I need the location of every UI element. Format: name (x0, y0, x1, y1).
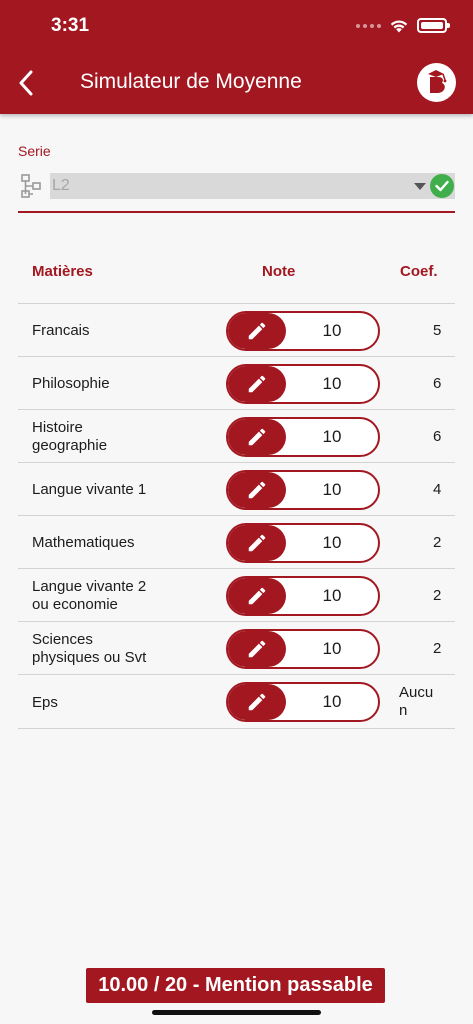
note-input[interactable]: 10 (226, 311, 380, 351)
app-logo[interactable] (417, 63, 456, 102)
serie-select[interactable]: L2 (50, 173, 455, 199)
column-header-coef: Coef. (400, 263, 438, 280)
coef-value: 2 (433, 640, 442, 657)
pencil-icon (248, 693, 266, 711)
pencil-icon (248, 322, 266, 340)
subject-name: Histoire geographie (32, 419, 108, 454)
cellular-signal-icon (356, 23, 381, 28)
back-button[interactable] (12, 66, 40, 100)
note-value: 10 (322, 639, 342, 658)
serie-label: Serie (18, 143, 51, 159)
edit-button[interactable] (228, 472, 286, 508)
edit-button[interactable] (228, 366, 286, 402)
status-time: 3:31 (51, 15, 90, 36)
hierarchy-icon (21, 174, 41, 198)
pencil-icon (248, 587, 266, 605)
edit-button[interactable] (228, 419, 286, 455)
subject-name: Eps (32, 694, 58, 711)
pencil-icon (248, 428, 266, 446)
note-value: 10 (322, 533, 342, 552)
serie-value: L2 (52, 177, 70, 194)
table-row: Langue vivante 2 ou economie 10 2 (18, 569, 455, 622)
edit-button[interactable] (228, 684, 286, 720)
coef-value: Aucun (399, 684, 434, 719)
table-row: Langue vivante 1 10 4 (18, 463, 455, 516)
note-input[interactable]: 10 (226, 523, 380, 563)
note-input[interactable]: 10 (226, 629, 380, 669)
page-title: Simulateur de Moyenne (80, 70, 302, 93)
note-value: 10 (322, 427, 342, 446)
column-header-note: Note (262, 263, 296, 280)
edit-button[interactable] (228, 578, 286, 614)
edit-button[interactable] (228, 313, 286, 349)
pencil-icon (248, 375, 266, 393)
pencil-icon (248, 534, 266, 552)
pencil-icon (248, 640, 266, 658)
note-input[interactable]: 10 (226, 576, 380, 616)
note-input[interactable]: 10 (226, 364, 380, 404)
status-icons (356, 18, 450, 33)
coef-value: 2 (433, 587, 442, 604)
edit-button[interactable] (228, 525, 286, 561)
table-row: Philosophie 10 6 (18, 357, 455, 410)
chevron-left-icon (19, 70, 33, 96)
note-value: 10 (322, 374, 342, 393)
subject-name: Sciences physiques ou Svt (32, 631, 147, 666)
battery-icon (417, 18, 450, 33)
subject-name: Langue vivante 1 (32, 481, 147, 498)
note-input[interactable]: 10 (226, 470, 380, 510)
pencil-icon (248, 481, 266, 499)
coef-value: 4 (433, 481, 442, 498)
table-row: Eps 10 Aucun (18, 675, 455, 728)
coef-value: 6 (433, 375, 442, 392)
wifi-icon (390, 20, 408, 32)
edit-button[interactable] (228, 631, 286, 667)
table-row: Sciences physiques ou Svt 10 2 (18, 622, 455, 675)
app-header: 3:31 Simulateur de Moyenne (0, 0, 473, 114)
note-value: 10 (322, 480, 342, 499)
column-header-matieres: Matières (32, 263, 93, 280)
note-value: 10 (322, 321, 342, 340)
table-row: Mathematiques 10 2 (18, 516, 455, 569)
subject-name: Mathematiques (32, 534, 135, 551)
average-result: 10.00 / 20 - Mention passable (86, 968, 385, 1003)
table-divider (18, 728, 455, 729)
table-row: Francais 10 5 (18, 304, 455, 357)
coef-value: 2 (433, 534, 442, 551)
coef-value: 6 (433, 428, 442, 445)
note-input[interactable]: 10 (226, 682, 380, 722)
note-value: 10 (322, 586, 342, 605)
check-circle-icon (430, 174, 454, 198)
note-value: 10 (322, 692, 342, 711)
app-logo-icon (427, 69, 446, 93)
table-row: Histoire geographie 10 6 (18, 410, 455, 463)
subject-name: Philosophie (32, 375, 110, 392)
subject-name: Francais (32, 322, 90, 339)
coef-value: 5 (433, 322, 442, 339)
serie-underline (18, 211, 455, 213)
home-indicator[interactable] (152, 1010, 321, 1015)
dropdown-caret-icon[interactable] (414, 183, 426, 190)
note-input[interactable]: 10 (226, 417, 380, 457)
subject-name: Langue vivante 2 ou economie (32, 578, 147, 613)
